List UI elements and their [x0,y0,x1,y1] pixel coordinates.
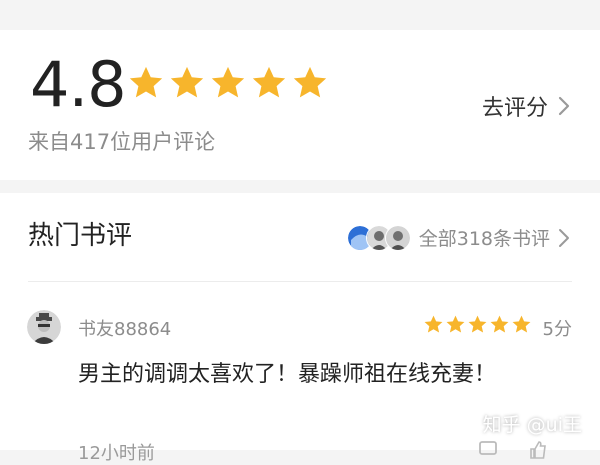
all-reviews-label: 全部318条书评 [418,228,550,250]
star-icon [446,315,465,333]
star-icon [424,315,443,333]
chevron-right-icon [559,228,569,247]
comment-icon[interactable] [478,440,498,460]
review-stars [423,314,532,335]
rating-stars [127,64,329,104]
rate-button-label: 去评分 [481,96,548,121]
like-icon[interactable] [528,440,548,460]
rating-card: 4.8 来自417位用户评论 去评分 [0,30,600,180]
star-icon [170,66,204,98]
star-icon [490,315,509,333]
chevron-right-icon [558,96,570,116]
star-icon [468,315,487,333]
review-username[interactable]: 书友88864 [78,315,171,341]
section-title: 热门书评 [28,221,133,251]
star-icon [211,66,245,98]
star-icon [252,66,286,98]
review-text[interactable]: 男主的调调太喜欢了！暴躁师祖在线充妻！ [78,356,496,388]
avatar [384,224,411,251]
rate-button[interactable]: 去评分 [482,90,570,122]
rating-score: 4.8 [30,48,127,121]
divider [28,281,572,282]
review-actions [478,440,548,460]
review-score: 5分 [542,319,572,340]
star-icon [293,66,327,98]
star-icon [129,66,163,98]
review-time: 12小时前 [78,443,155,464]
avatar-stack [346,224,411,251]
star-icon [512,315,531,333]
watermark: 知乎 @ui王 [482,414,582,436]
avatar[interactable] [27,310,61,344]
rating-source-text: 来自417位用户评论 [28,130,216,154]
all-reviews-link[interactable]: 全部318条书评 [346,224,570,251]
